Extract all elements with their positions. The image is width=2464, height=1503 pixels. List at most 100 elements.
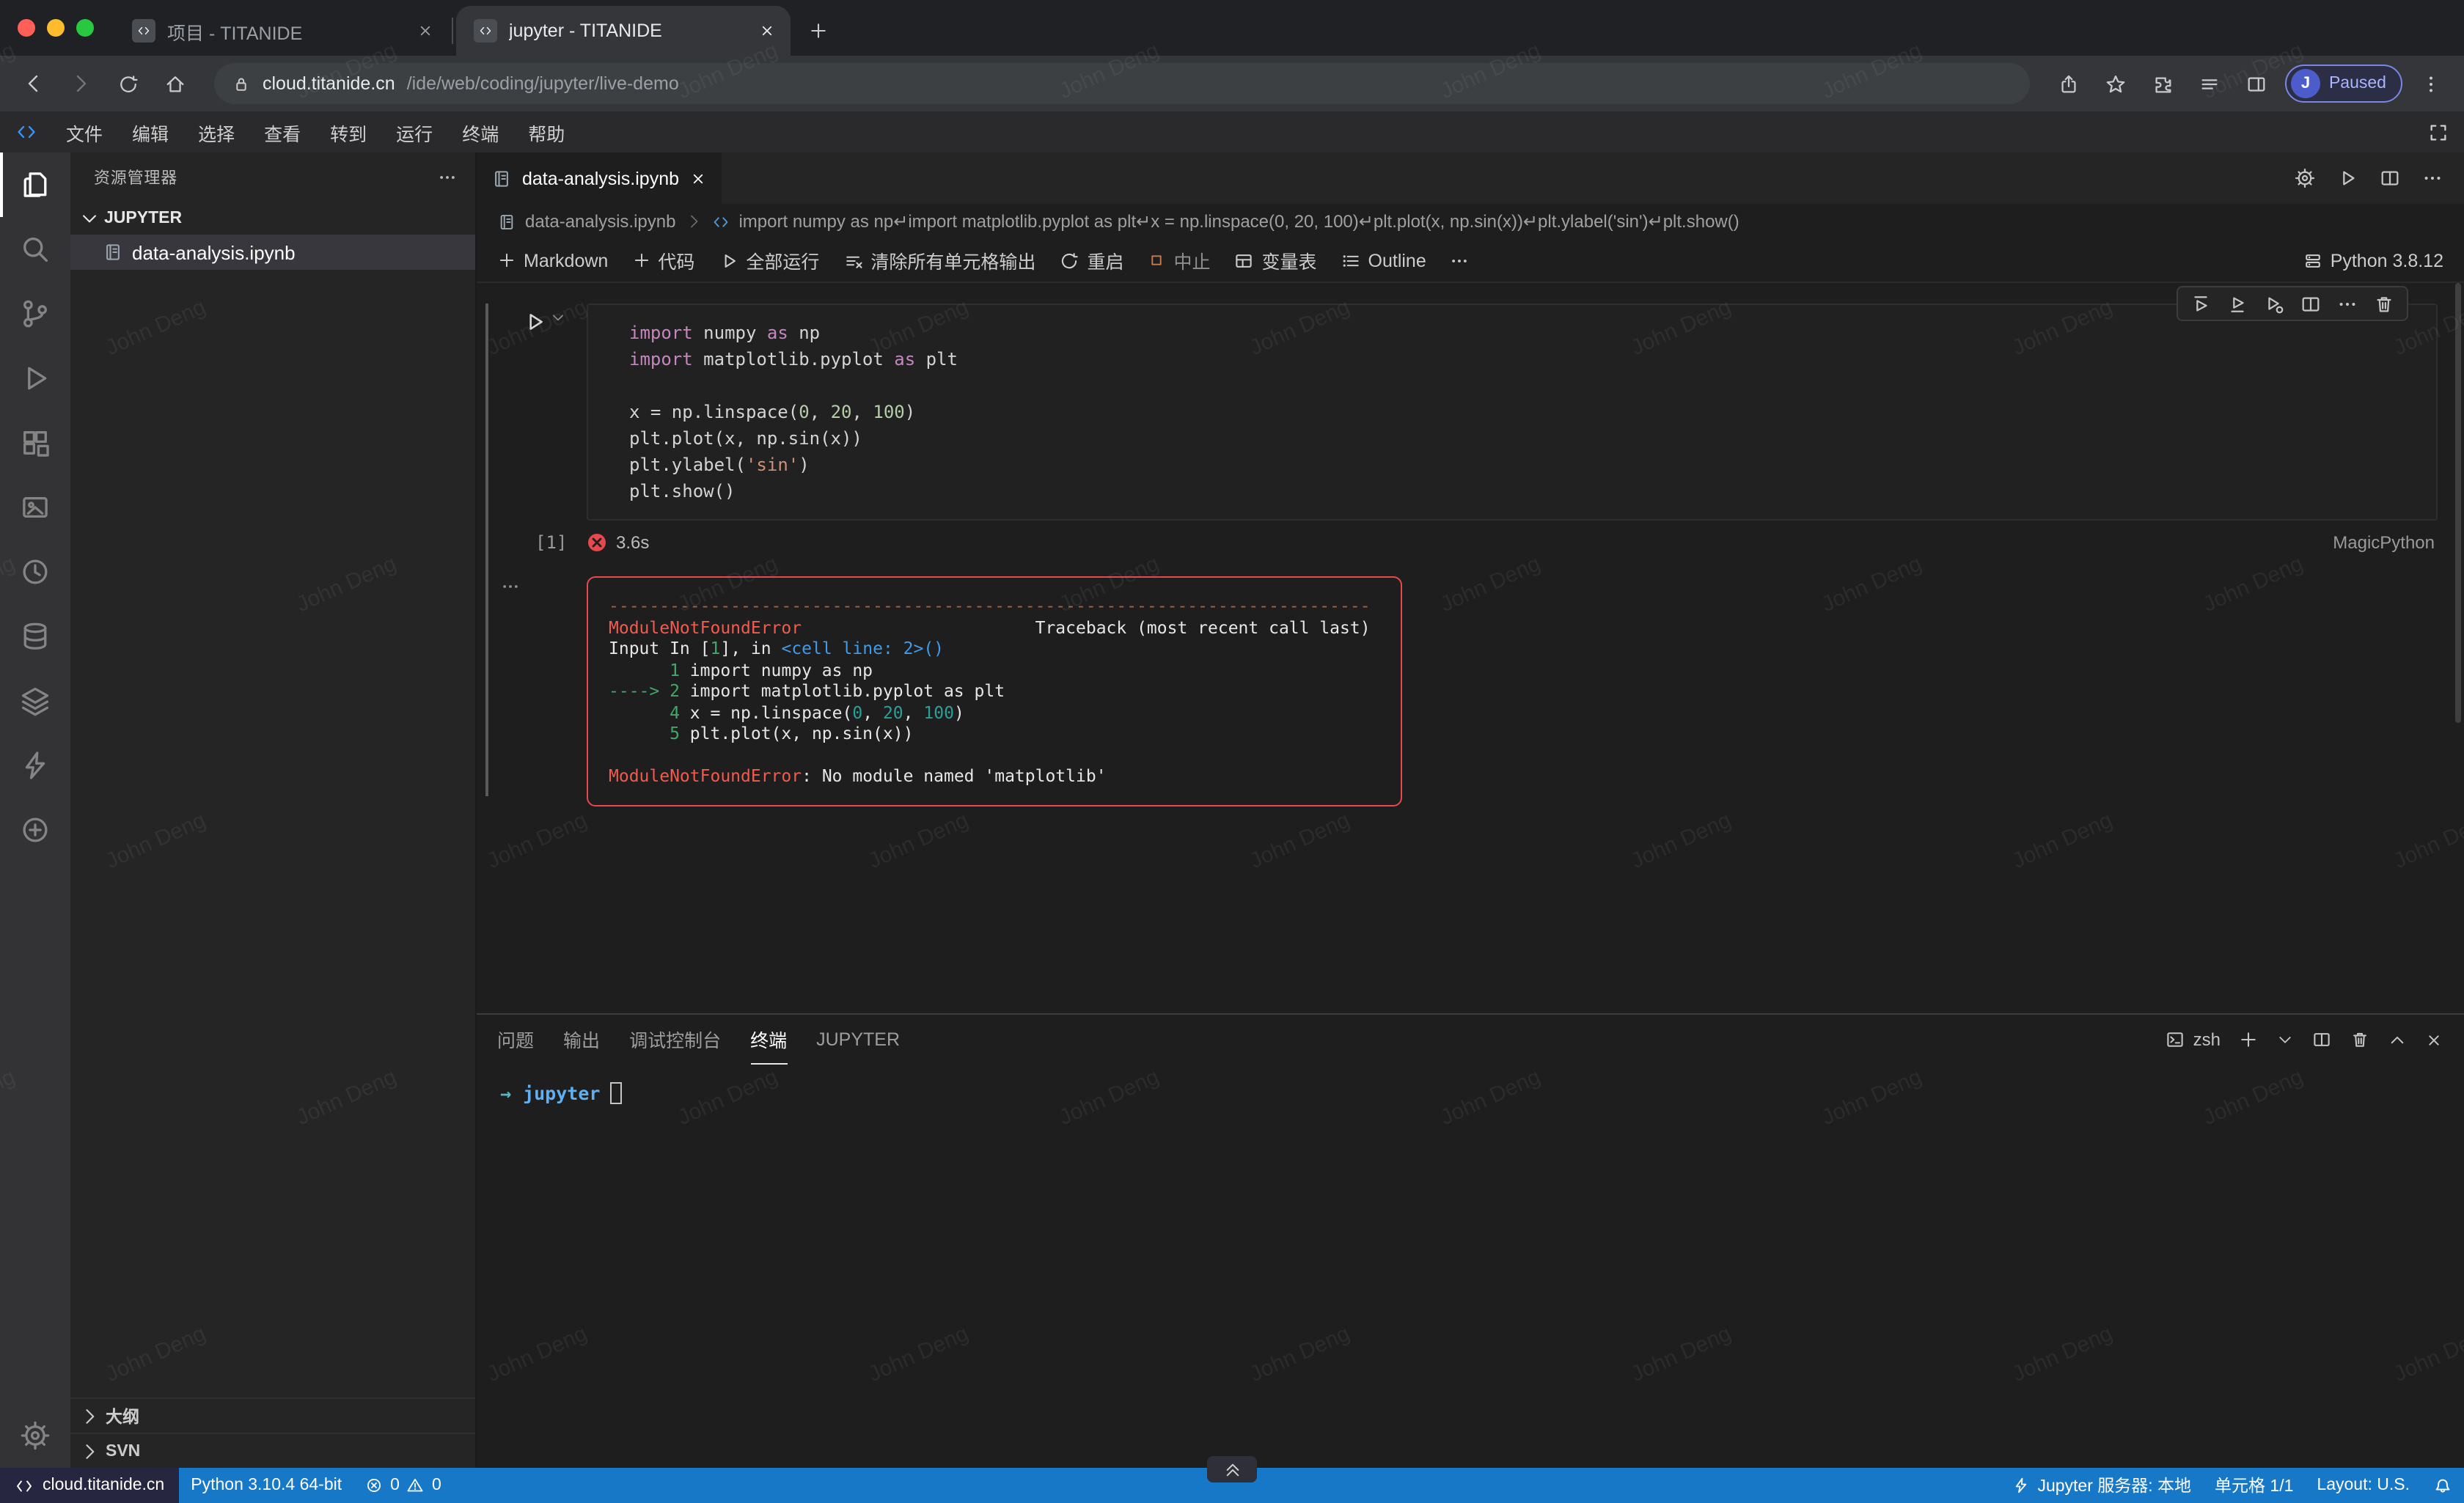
tab-close-icon[interactable] [758,22,776,40]
cell-indicator-status[interactable]: 单元格 1/1 [2203,1474,2305,1497]
interrupt-button[interactable]: 中止 [1147,246,1210,274]
restore-panel-handle[interactable] [1207,1456,1257,1482]
split-cell-icon[interactable] [2300,293,2322,315]
kernel-picker-button[interactable]: Python 3.8.12 [2303,250,2443,271]
cell-code[interactable]: import numpy as npimport matplotlib.pypl… [587,304,2438,521]
database-activity-button[interactable] [0,604,70,669]
extra-tools-activity-button[interactable] [0,798,70,862]
cell-language-mode[interactable]: MagicPython [2333,532,2435,553]
delete-cell-icon[interactable] [2373,293,2395,315]
address-bar[interactable]: cloud.titanide.cn/ide/web/coding/jupyter… [214,63,2030,104]
new-tab-button[interactable] [799,12,837,50]
search-activity-button[interactable] [0,217,70,282]
panel-tab-debug-console[interactable]: 调试控制台 [629,1015,721,1065]
sidebar-more-actions-icon[interactable] [437,167,458,188]
menu-lines-button[interactable] [2191,65,2229,103]
profile-paused-button[interactable]: J Paused [2285,65,2402,103]
keyboard-layout-status[interactable]: Layout: U.S. [2305,1477,2421,1494]
reload-button[interactable] [109,65,147,103]
share-button[interactable] [2050,65,2089,103]
menu-file[interactable]: 文件 [53,114,116,150]
home-button[interactable] [155,65,194,103]
window-zoom-button[interactable] [76,19,94,37]
editor-tab-notebook[interactable]: data-analysis.ipynb [477,152,722,204]
editor-tab-title: data-analysis.ipynb [522,168,679,188]
variables-button[interactable]: 变量表 [1234,246,1317,274]
terminal-view[interactable]: →jupyter [477,1065,2464,1468]
close-panel-icon[interactable] [2424,1030,2443,1049]
editor-more-actions-icon[interactable] [2421,167,2443,189]
window-minimize-button[interactable] [47,19,65,37]
menu-edit[interactable]: 编辑 [119,114,182,150]
add-code-button[interactable]: 代码 [631,246,694,274]
run-cell-button[interactable] [522,309,547,334]
sidebar-item-notebook-file[interactable]: data-analysis.ipynb [70,235,475,270]
lock-icon [232,74,251,93]
python-interpreter-status[interactable]: Python 3.10.4 64-bit [179,1477,353,1494]
debug-cell-icon[interactable] [2263,293,2285,315]
browser-menu-kebab-button[interactable] [2411,65,2449,103]
clear-outputs-button[interactable]: 清除所有单元格输出 [843,246,1035,274]
notebook-scrollbar[interactable] [2455,283,2461,723]
bookmark-star-button[interactable] [2097,65,2135,103]
breadcrumb-file[interactable]: data-analysis.ipynb [525,211,675,232]
run-cells-above-icon[interactable] [2190,293,2212,315]
restart-kernel-button[interactable]: 重启 [1059,246,1123,274]
add-markdown-button[interactable]: Markdown [497,250,608,271]
panel-tab-jupyter[interactable]: JUPYTER [816,1015,900,1065]
fullscreen-button[interactable] [2427,121,2449,143]
menu-view[interactable]: 查看 [251,114,314,150]
forward-button[interactable] [62,65,100,103]
menu-selection[interactable]: 选择 [185,114,248,150]
history-activity-button[interactable] [0,540,70,604]
run-debug-activity-button[interactable] [0,346,70,411]
split-terminal-icon[interactable] [2311,1029,2332,1050]
preview-activity-button[interactable] [0,475,70,540]
sidebar-section-svn[interactable]: SVN [70,1433,475,1468]
panel-tab-terminal[interactable]: 终端 [750,1015,787,1065]
toolbar-more-actions-icon[interactable] [1450,250,1470,271]
jupyter-server-status[interactable]: Jupyter 服务器: 本地 [2001,1474,2203,1497]
menu-goto[interactable]: 转到 [317,114,380,150]
window-close-button[interactable] [18,19,35,37]
chevron-right-icon [79,1441,100,1461]
run-cell-and-below-icon[interactable] [2226,293,2248,315]
power-activity-button[interactable] [0,733,70,798]
notifications-bell-icon[interactable] [2421,1476,2464,1495]
explorer-activity-button[interactable] [0,152,70,217]
run-all-button[interactable]: 全部运行 [718,246,819,274]
remote-indicator[interactable]: cloud.titanide.cn [0,1468,179,1503]
problems-status[interactable]: 0 0 [353,1477,453,1494]
menu-help[interactable]: 帮助 [515,114,578,150]
notebook-settings-gear-icon[interactable] [2294,167,2316,189]
breadcrumb-cell[interactable]: import numpy as np↵import matplotlib.pyp… [738,211,1739,232]
panel-tab-problems[interactable]: 问题 [497,1015,534,1065]
kill-terminal-icon[interactable] [2350,1029,2370,1050]
terminal-profile-button[interactable]: zsh [2166,1029,2221,1050]
layers-activity-button[interactable] [0,669,70,733]
sidebar-section-jupyter[interactable]: JUPYTER [70,202,475,235]
output-more-actions-icon[interactable] [500,576,521,597]
editor-tab-close-icon[interactable] [689,169,707,187]
split-editor-icon[interactable] [2379,167,2401,189]
source-control-activity-button[interactable] [0,282,70,346]
new-terminal-button[interactable] [2238,1029,2259,1050]
tab-close-icon[interactable] [417,22,434,40]
menu-run[interactable]: 运行 [383,114,446,150]
maximize-panel-icon[interactable] [2388,1030,2407,1049]
terminal-dropdown-chevron-icon[interactable] [2276,1031,2294,1048]
browser-tab-jupyter[interactable]: jupyter - TITANIDE [456,6,791,56]
sidebar-section-outline[interactable]: 大纲 [70,1397,475,1433]
panel-tab-output[interactable]: 输出 [563,1015,600,1065]
run-options-chevron-icon[interactable] [550,309,566,326]
menu-terminal[interactable]: 终端 [449,114,512,150]
settings-button[interactable] [0,1403,70,1468]
extensions-puzzle-button[interactable] [2144,65,2182,103]
outline-button[interactable]: Outline [1341,250,1426,271]
extensions-activity-button[interactable] [0,411,70,475]
browser-tab-project[interactable]: 项目 - TITANIDE [114,6,449,56]
side-panel-button[interactable] [2238,65,2276,103]
run-editor-icon[interactable] [2336,167,2358,189]
back-button[interactable] [15,65,53,103]
cell-more-actions-icon[interactable] [2336,293,2358,315]
